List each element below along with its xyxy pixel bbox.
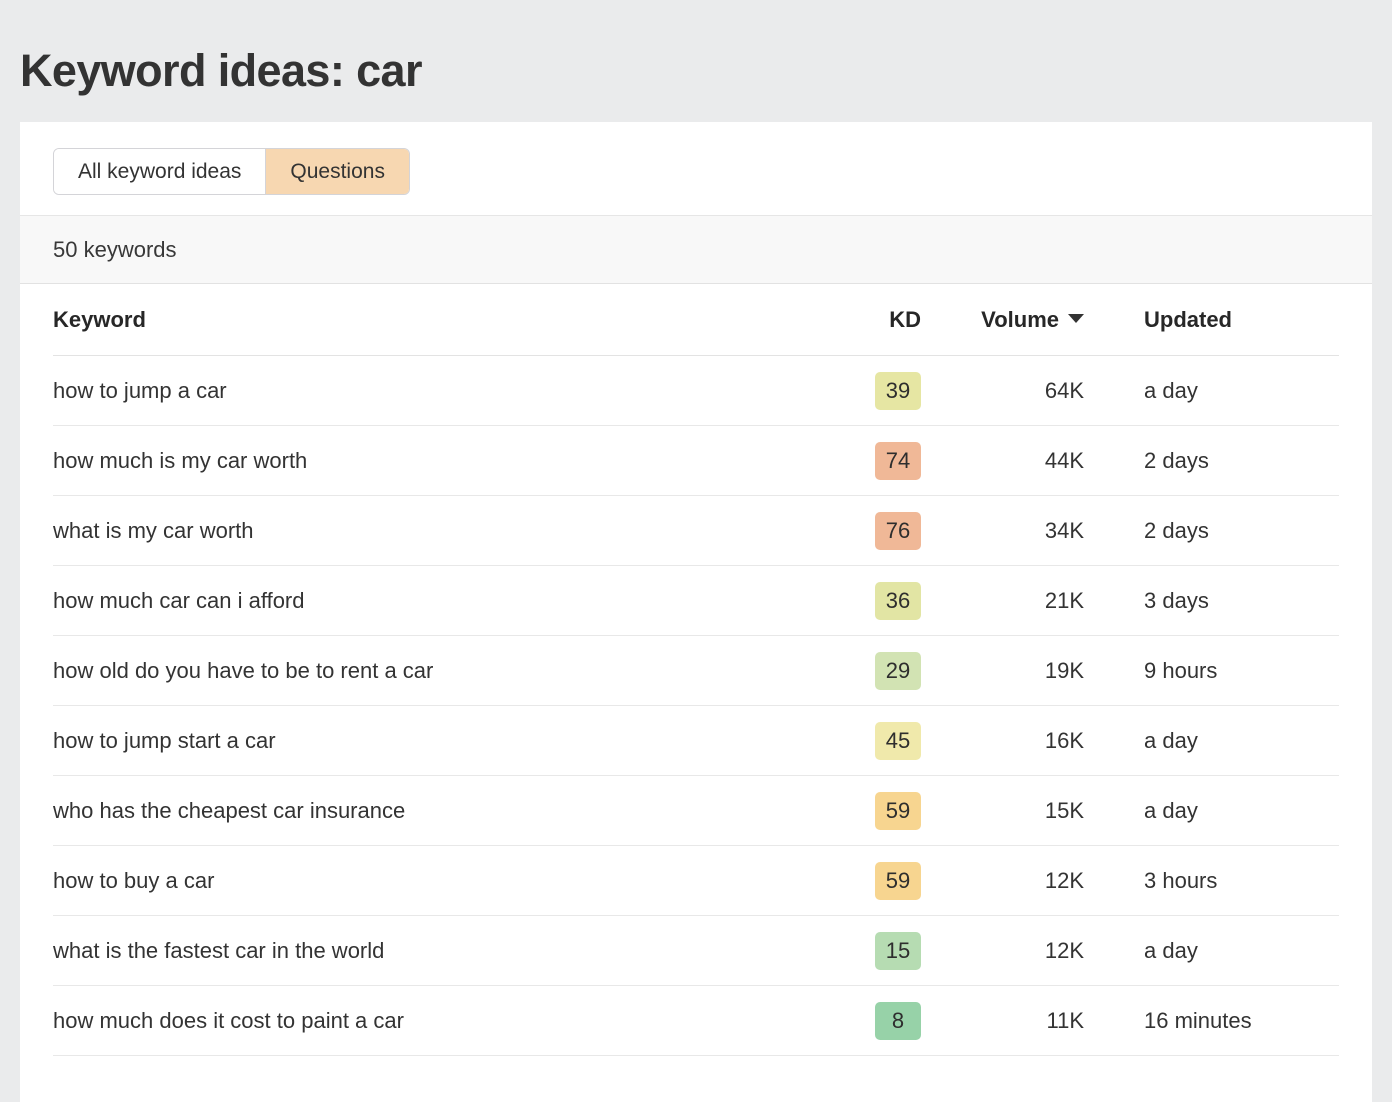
cell-volume: 44K: [1044, 447, 1084, 473]
cell-kd: 59: [839, 791, 929, 830]
table-row[interactable]: how to jump start a car 45 16K a day: [53, 706, 1339, 776]
cell-keyword[interactable]: who has the cheapest car insurance: [53, 798, 839, 824]
kd-badge: 59: [875, 791, 921, 830]
kd-badge: 59: [875, 861, 921, 900]
cell-keyword[interactable]: how to buy a car: [53, 868, 839, 894]
kd-badge: 39: [875, 371, 921, 410]
kd-badge: 29: [875, 651, 921, 690]
table-row[interactable]: how much is my car worth 74 44K 2 days: [53, 426, 1339, 496]
cell-keyword[interactable]: how much does it cost to paint a car: [53, 1008, 839, 1034]
cell-kd: 39: [839, 371, 929, 410]
table-row[interactable]: how old do you have to be to rent a car 2…: [53, 636, 1339, 706]
cell-kd: 15: [839, 931, 929, 970]
cell-volume: 34K: [1044, 517, 1084, 543]
kd-badge: 8: [875, 1001, 921, 1040]
table-row[interactable]: what is the fastest car in the world 15 12…: [53, 916, 1339, 986]
cell-volume: 64K: [1044, 377, 1084, 403]
table-body: how to jump a car 39 64K a day how much is m…: [53, 356, 1339, 1056]
page-root: Keyword ideas: car All keyword ideas Que…: [0, 0, 1392, 1102]
keyword-count-label: 50 keywords: [53, 236, 177, 262]
cell-keyword[interactable]: how old do you have to be to rent a car: [53, 658, 839, 684]
column-header-updated[interactable]: Updated: [1089, 307, 1339, 333]
cell-kd: 45: [839, 721, 929, 760]
cell-keyword[interactable]: how much is my car worth: [53, 448, 839, 474]
table-row[interactable]: how to jump a car 39 64K a day: [53, 356, 1339, 426]
keywords-table: Keyword KD Volume Updated how to jump a …: [20, 284, 1372, 1056]
table-row[interactable]: how to buy a car 59 12K 3 hours: [53, 846, 1339, 916]
cell-updated: a day: [1144, 937, 1198, 963]
cell-keyword[interactable]: what is the fastest car in the world: [53, 938, 839, 964]
cell-updated: 3 days: [1144, 587, 1209, 613]
cell-volume: 16K: [1044, 727, 1084, 753]
cell-volume: 12K: [1044, 867, 1084, 893]
column-header-kd-label: KD: [889, 306, 921, 332]
kd-badge: 36: [875, 581, 921, 620]
page-title: Keyword ideas: car: [20, 45, 422, 97]
tab-bar: All keyword ideas Questions: [20, 122, 1372, 215]
cell-volume: 19K: [1044, 657, 1084, 683]
cell-volume: 11K: [1046, 1007, 1084, 1033]
kd-badge: 45: [875, 721, 921, 760]
cell-kd: 36: [839, 581, 929, 620]
tab-group: All keyword ideas Questions: [53, 148, 410, 195]
cell-kd: 29: [839, 651, 929, 690]
cell-updated: a day: [1144, 797, 1198, 823]
cell-kd: 59: [839, 861, 929, 900]
keyword-count-band: 50 keywords: [20, 215, 1372, 284]
cell-updated: 16 minutes: [1144, 1007, 1252, 1033]
column-header-keyword[interactable]: Keyword: [53, 307, 839, 333]
cell-updated: 3 hours: [1144, 867, 1218, 893]
tab-questions[interactable]: Questions: [265, 149, 409, 194]
keyword-ideas-card: All keyword ideas Questions 50 keywords …: [20, 122, 1372, 1102]
tab-all-keyword-ideas-label: All keyword ideas: [78, 159, 242, 183]
cell-keyword[interactable]: how to jump a car: [53, 378, 839, 404]
column-header-kd[interactable]: KD: [839, 307, 929, 333]
column-header-volume-label: Volume: [981, 306, 1059, 332]
cell-kd: 76: [839, 511, 929, 550]
cell-keyword[interactable]: how much car can i afford: [53, 588, 839, 614]
kd-badge: 15: [875, 931, 921, 970]
cell-updated: a day: [1144, 377, 1198, 403]
cell-updated: 2 days: [1144, 517, 1209, 543]
sort-descending-caret-icon: [1068, 314, 1084, 324]
cell-kd: 8: [839, 1001, 929, 1040]
kd-badge: 76: [875, 511, 921, 550]
column-header-volume[interactable]: Volume: [929, 307, 1089, 333]
cell-keyword[interactable]: what is my car worth: [53, 518, 839, 544]
cell-volume: 15K: [1044, 797, 1084, 823]
cell-volume: 12K: [1044, 937, 1084, 963]
cell-updated: a day: [1144, 727, 1198, 753]
kd-badge: 74: [875, 441, 921, 480]
cell-kd: 74: [839, 441, 929, 480]
cell-keyword[interactable]: how to jump start a car: [53, 728, 839, 754]
tab-all-keyword-ideas[interactable]: All keyword ideas: [54, 149, 266, 194]
cell-updated: 2 days: [1144, 447, 1209, 473]
table-row[interactable]: what is my car worth 76 34K 2 days: [53, 496, 1339, 566]
table-row[interactable]: who has the cheapest car insurance 59 15K a…: [53, 776, 1339, 846]
tab-questions-label: Questions: [290, 159, 385, 183]
table-row[interactable]: how much car can i afford 36 21K 3 days: [53, 566, 1339, 636]
table-header-row: Keyword KD Volume Updated: [53, 284, 1339, 356]
cell-volume: 21K: [1044, 587, 1084, 613]
table-row[interactable]: how much does it cost to paint a car 8 11K…: [53, 986, 1339, 1056]
cell-updated: 9 hours: [1144, 657, 1218, 683]
